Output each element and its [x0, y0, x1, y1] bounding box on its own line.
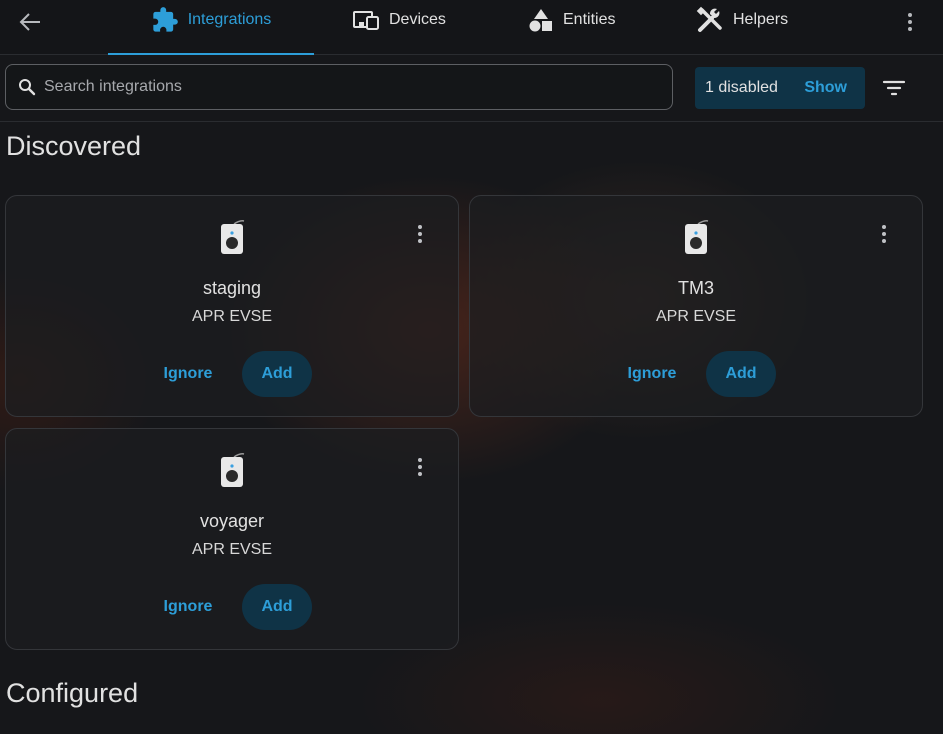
- tab-helpers[interactable]: Helpers: [696, 0, 788, 54]
- ignore-button[interactable]: Ignore: [158, 360, 218, 388]
- search-input[interactable]: [42, 77, 646, 97]
- ignore-button[interactable]: Ignore: [158, 593, 218, 621]
- show-disabled-button[interactable]: Show: [804, 79, 847, 97]
- divider: [0, 121, 943, 122]
- tab-label: Entities: [563, 11, 616, 28]
- card-menu-button[interactable]: [412, 455, 428, 479]
- filter-icon: [882, 80, 906, 96]
- ev-charger-icon: [221, 220, 245, 254]
- card-menu-button[interactable]: [412, 222, 428, 246]
- card-title: voyager: [199, 511, 265, 531]
- arrow-left-icon: [19, 13, 40, 31]
- devices-icon: [353, 11, 379, 30]
- more-vertical-icon: [418, 225, 422, 243]
- tab-label: Integrations: [187, 11, 272, 28]
- discovered-card: TM3 APR EVSE Ignore Add: [469, 195, 923, 417]
- tab-label: Devices: [389, 11, 446, 28]
- add-button[interactable]: Add: [242, 584, 312, 630]
- search-field[interactable]: [5, 64, 673, 110]
- card-menu-button[interactable]: [876, 222, 892, 246]
- discovered-card: staging APR EVSE Ignore Add: [5, 195, 459, 417]
- top-bar: Integrations Devices Entities Helpers: [0, 0, 943, 55]
- overflow-menu-button[interactable]: [898, 8, 922, 36]
- search-icon: [18, 78, 36, 96]
- ev-charger-icon: [685, 220, 709, 254]
- discovered-card: voyager APR EVSE Ignore Add: [5, 428, 459, 650]
- add-button[interactable]: Add: [242, 351, 312, 397]
- ignore-button[interactable]: Ignore: [622, 360, 682, 388]
- section-title-discovered: Discovered: [6, 131, 142, 161]
- more-vertical-icon: [882, 225, 886, 243]
- ev-charger-icon: [221, 453, 245, 487]
- tab-integrations[interactable]: Integrations: [108, 0, 314, 55]
- add-button[interactable]: Add: [706, 351, 776, 397]
- tools-icon: [696, 6, 722, 32]
- more-vertical-icon: [418, 458, 422, 476]
- back-button[interactable]: [14, 9, 46, 35]
- filter-button[interactable]: [880, 76, 908, 100]
- more-vertical-icon: [908, 13, 912, 31]
- card-subtitle: APR EVSE: [191, 308, 273, 325]
- tab-entities[interactable]: Entities: [528, 0, 615, 54]
- tab-devices[interactable]: Devices: [352, 0, 446, 54]
- card-subtitle: APR EVSE: [655, 308, 737, 325]
- card-title: staging: [202, 278, 262, 298]
- section-title-configured: Configured: [6, 678, 139, 708]
- shapes-icon: [529, 9, 552, 32]
- card-subtitle: APR EVSE: [191, 541, 273, 558]
- disabled-filter-chip: 1 disabled Show: [695, 67, 865, 109]
- puzzle-icon: [153, 7, 178, 32]
- disabled-count: 1 disabled: [705, 79, 778, 96]
- tab-label: Helpers: [733, 11, 789, 28]
- card-title: TM3: [678, 278, 714, 298]
